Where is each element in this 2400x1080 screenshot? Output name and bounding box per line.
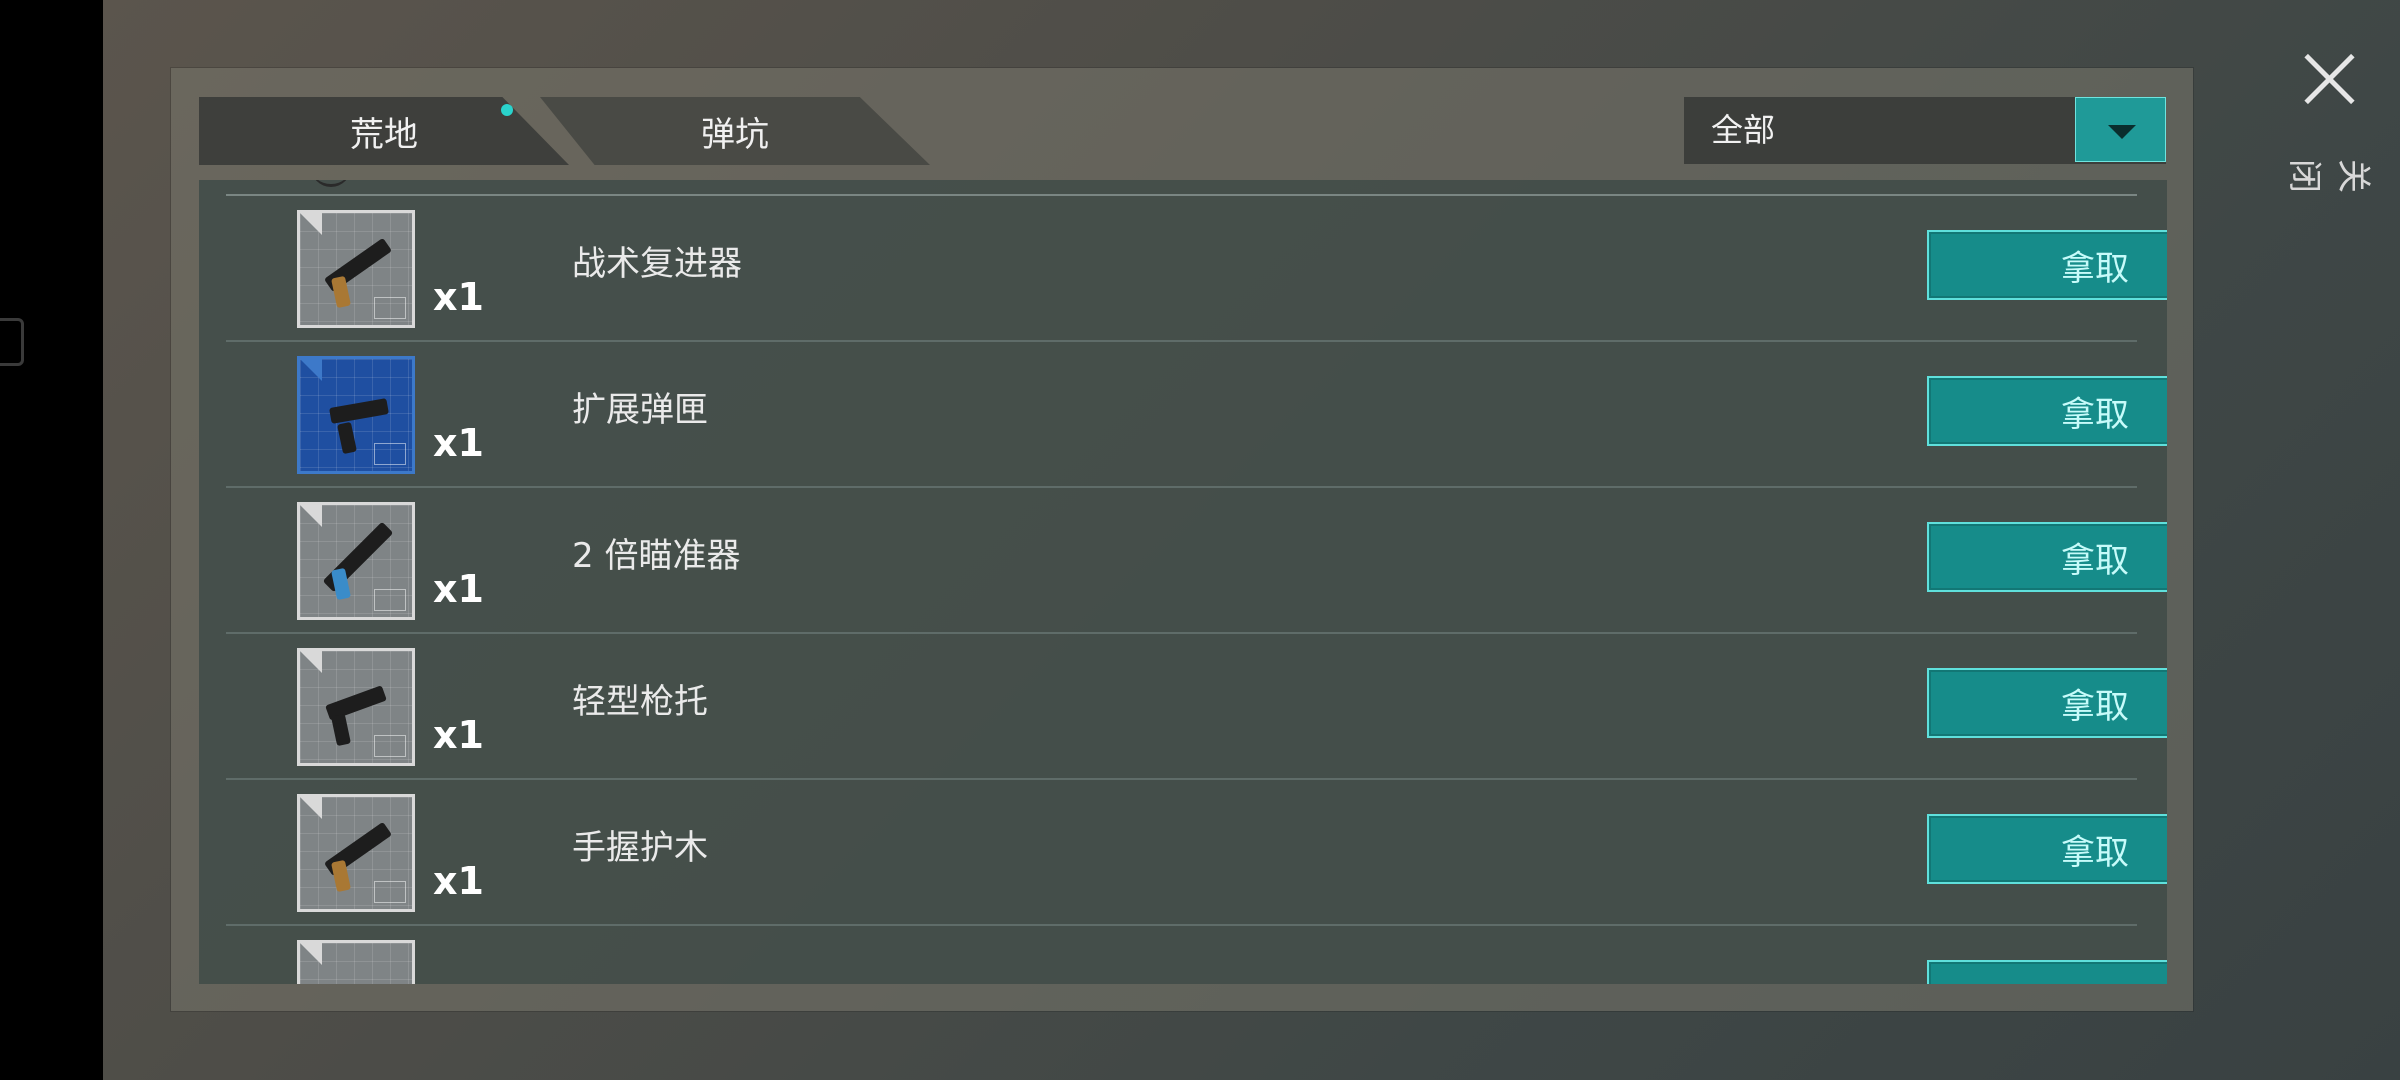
item-name: 扩展弹匣 [572, 390, 708, 430]
close-label[interactable]: 关闭 [2283, 159, 2381, 199]
pistol-blueprint-icon [297, 356, 415, 474]
item-name: 战术复进器 [572, 244, 742, 284]
list-item: x1 手握护木 拿取 [226, 780, 2167, 926]
melee-blueprint-icon [297, 940, 415, 984]
device-notch [0, 318, 24, 366]
chevron-down-icon [2108, 125, 2136, 139]
smg-blueprint-icon [297, 648, 415, 766]
item-qty: x1 [433, 567, 484, 611]
left-bezel [0, 0, 103, 1080]
item-qty: x1 [433, 713, 484, 757]
notification-dot [501, 104, 513, 116]
list-peek-item [311, 180, 351, 187]
item-qty: x1 [433, 421, 484, 465]
item-name: 2 倍瞄准器 [572, 536, 741, 576]
rifle-blueprint-icon [297, 502, 415, 620]
shotgun-blueprint-icon [297, 794, 415, 912]
list-item: x1 2 倍瞄准器 拿取 [226, 488, 2167, 634]
list-item: x1 轻型枪托 拿取 [226, 634, 2167, 780]
item-name: 手握护木 [572, 828, 708, 868]
take-button[interactable]: 拿取 [1927, 230, 2167, 300]
take-button[interactable]: 拿取 [1927, 668, 2167, 738]
item-qty: x1 [433, 859, 484, 903]
dropdown-button[interactable] [2075, 97, 2166, 162]
item-list[interactable]: x1 战术复进器 拿取 x1 扩展弹匣 拿取 x1 2 倍瞄准器 拿取 x1 轻… [199, 180, 2167, 984]
tab-label: 弹坑 [701, 114, 769, 155]
take-button[interactable] [1927, 960, 2167, 984]
item-name: 轻型枪托 [572, 682, 708, 722]
list-item: x1 战术复进器 拿取 [226, 196, 2167, 342]
filter-selected: 全部 [1711, 111, 1776, 149]
shotgun-blueprint-icon [297, 210, 415, 328]
take-button[interactable]: 拿取 [1927, 814, 2167, 884]
take-button[interactable]: 拿取 [1927, 522, 2167, 592]
list-item: x1 扩展弹匣 拿取 [226, 342, 2167, 488]
take-button[interactable]: 拿取 [1927, 376, 2167, 446]
filter-dropdown[interactable]: 全部 [1684, 97, 2166, 164]
tab-label: 荒地 [350, 114, 418, 155]
close-icon[interactable] [2300, 50, 2360, 110]
item-qty: x1 [433, 275, 484, 319]
list-item-partial [226, 926, 2167, 984]
